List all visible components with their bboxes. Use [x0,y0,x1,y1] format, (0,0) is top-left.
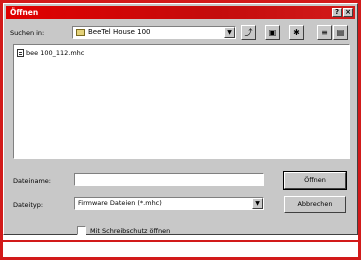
filetype-value: Firmware Dateien (*.mhc) [78,199,162,207]
filename-label: Dateiname: [13,177,51,185]
chevron-down-icon: ▼ [255,200,260,207]
file-item[interactable]: bee 100_112.mhc [17,49,84,57]
filetype-select[interactable]: Firmware Dateien (*.mhc) ▼ [74,197,264,210]
file-name: bee 100_112.mhc [26,49,85,57]
list-view-icon: ≡ [321,28,328,37]
readonly-label: Mit Schreibschutz öffnen [90,227,171,235]
lookin-dropdown-button[interactable]: ▼ [224,27,235,38]
title-bar: Öffnen ? × [6,6,355,19]
folder-icon [76,29,85,36]
lookin-label: Suchen in: [10,29,45,37]
chevron-down-icon: ▼ [227,29,232,36]
close-icon: × [345,8,351,16]
open-dialog: Öffnen ? × Suchen in: BeeTel House 100 ▼… [3,3,358,235]
file-list[interactable]: bee 100_112.mhc [13,44,350,159]
desktop-icon: ▣ [268,28,277,37]
list-view-button[interactable]: ≡ [317,25,332,40]
lookin-select[interactable]: BeeTel House 100 ▼ [72,26,236,39]
filename-field[interactable] [74,173,264,186]
open-button[interactable]: Öffnen [283,171,347,190]
file-icon [17,49,24,57]
new-folder-button[interactable]: ✱ [289,25,304,40]
cancel-button[interactable]: Abbrechen [284,196,346,213]
readonly-checkbox[interactable] [77,226,86,235]
details-view-icon: ▤ [336,28,345,37]
help-button[interactable]: ? [332,8,342,17]
filetype-dropdown-button[interactable]: ▼ [252,198,263,209]
desktop-button[interactable]: ▣ [265,25,280,40]
up-one-level-button[interactable]: ⤴ [241,25,256,40]
filetype-label: Dateityp: [13,201,44,209]
help-icon: ? [334,8,340,16]
folder-up-icon: ⤴ [244,28,253,37]
new-folder-icon: ✱ [293,28,300,37]
close-button[interactable]: × [343,8,353,17]
window-title: Öffnen [10,8,39,17]
lookin-value: BeeTel House 100 [88,28,151,36]
details-view-button[interactable]: ▤ [333,25,348,40]
bottom-divider [0,240,361,242]
